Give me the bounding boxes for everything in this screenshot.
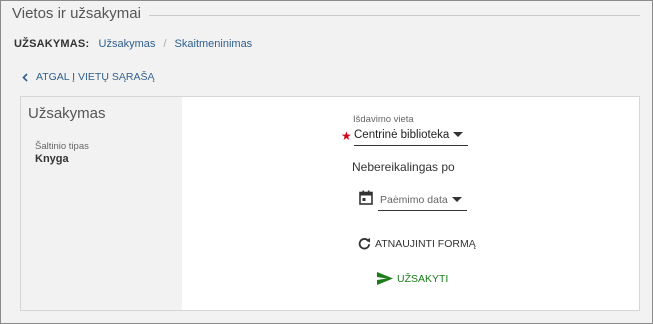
refresh-icon: [358, 238, 371, 250]
caret-down-icon: [452, 197, 462, 202]
breadcrumb-item-order[interactable]: Užsakymas: [99, 38, 156, 50]
back-link-label: ATGAL Į VIETŲ SĄRAŠĄ: [36, 71, 155, 83]
back-to-locations-link[interactable]: ATGAL Į VIETŲ SĄRAŠĄ: [22, 70, 154, 84]
breadcrumb-item-digitization[interactable]: Skaitmeninimas: [175, 38, 253, 50]
order-card: Užsakymas Šaltinio tipas Knyga Išdavimo …: [20, 96, 640, 311]
pickup-location-select[interactable]: Centrinė biblioteka: [354, 127, 468, 146]
sidebar-title: Užsakymas: [28, 105, 106, 122]
app-window: Vietos ir užsakymai UŽSAKYMAS: Užsakymas…: [0, 0, 653, 324]
page-title: Vietos ir užsakymai: [12, 4, 149, 24]
pickup-date-select[interactable]: Paėmimo data: [378, 192, 467, 211]
refresh-form-button[interactable]: ATNAUJINTI FORMĄ: [358, 237, 476, 250]
source-type-label: Šaltinio tipas: [35, 141, 89, 152]
not-needed-after-label: Nebereikalingas po: [352, 160, 455, 174]
submit-order-label: UŽSAKYTI: [397, 272, 449, 285]
page-header: Vietos ir užsakymai: [12, 4, 640, 24]
breadcrumb-label: UŽSAKYMAS:: [14, 38, 90, 50]
refresh-form-label: ATNAUJINTI FORMĄ: [375, 237, 476, 250]
chevron-left-icon: [22, 72, 28, 82]
order-sidebar: Užsakymas Šaltinio tipas Knyga: [21, 97, 182, 310]
source-type-value: Knyga: [35, 153, 69, 165]
caret-down-icon: [453, 132, 463, 137]
breadcrumb-separator: /: [163, 38, 167, 50]
breadcrumb: UŽSAKYMAS: Užsakymas / Skaitmeninimas: [14, 37, 252, 51]
pickup-location-value: Centrinė biblioteka: [354, 129, 450, 141]
calendar-icon[interactable]: [359, 190, 373, 205]
pickup-location-label: Išdavimo vieta: [353, 114, 414, 125]
required-star-icon: ★: [341, 129, 352, 143]
submit-order-button[interactable]: UŽSAKYTI: [377, 272, 448, 285]
send-icon: [377, 272, 393, 285]
